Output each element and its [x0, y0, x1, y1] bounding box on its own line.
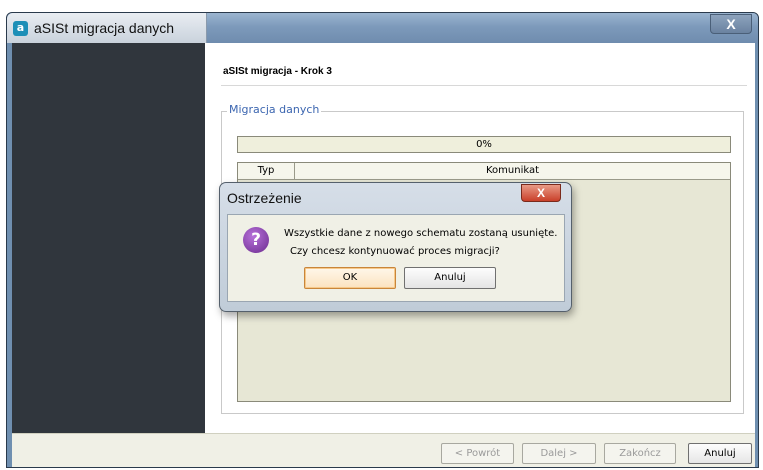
back-button[interactable]: < Powrót: [441, 443, 514, 464]
title-bar[interactable]: a aSISt migracja danych X: [7, 13, 758, 43]
dialog-message-line1: Wszystkie dane z nowego schematu zostaną…: [284, 228, 558, 239]
close-icon: X: [726, 16, 736, 32]
window-title: aSISt migracja danych: [34, 20, 175, 36]
warning-dialog: Ostrzeżenie X ? Wszystkie dane z nowego …: [219, 182, 572, 312]
finish-button[interactable]: Zakończ: [604, 443, 676, 464]
next-button[interactable]: Dalej >: [522, 443, 596, 464]
column-header-komunikat[interactable]: Komunikat: [295, 163, 730, 179]
progress-text: 0%: [476, 139, 492, 150]
back-button-label: < Powrót: [454, 448, 501, 459]
dialog-close-button[interactable]: X: [521, 184, 561, 202]
ok-button-label: OK: [342, 272, 358, 283]
progress-bar: 0%: [237, 136, 731, 153]
cancel-button-label: Anuluj: [704, 448, 736, 459]
dialog-cancel-button[interactable]: Anuluj: [404, 267, 496, 289]
dialog-title: Ostrzeżenie: [227, 190, 302, 206]
next-button-label: Dalej >: [540, 448, 578, 459]
column-header-typ[interactable]: Typ: [238, 163, 295, 179]
dialog-body: ? Wszystkie dane z nowego schematu zosta…: [227, 214, 565, 302]
group-label: Migracja danych: [227, 103, 322, 116]
dialog-message-line2: Czy chcesz kontynuować proces migracji?: [290, 246, 500, 257]
dialog-cancel-button-label: Anuluj: [434, 272, 466, 283]
ok-button[interactable]: OK: [304, 267, 396, 289]
close-icon: X: [536, 186, 545, 200]
question-icon: ?: [243, 227, 269, 253]
step-title: aSISt migracja - Krok 3: [223, 66, 332, 77]
wizard-button-bar: < Powrót Dalej > Zakończ Anuluj: [12, 433, 755, 467]
finish-button-label: Zakończ: [619, 448, 661, 459]
cancel-button[interactable]: Anuluj: [688, 443, 752, 464]
wizard-sidebar: [12, 43, 205, 433]
window-close-button[interactable]: X: [710, 14, 752, 34]
app-icon: a: [13, 21, 28, 36]
step-divider: [221, 85, 747, 86]
log-table-header: Typ Komunikat: [238, 163, 730, 180]
title-tab: a aSISt migracja danych: [7, 13, 207, 43]
